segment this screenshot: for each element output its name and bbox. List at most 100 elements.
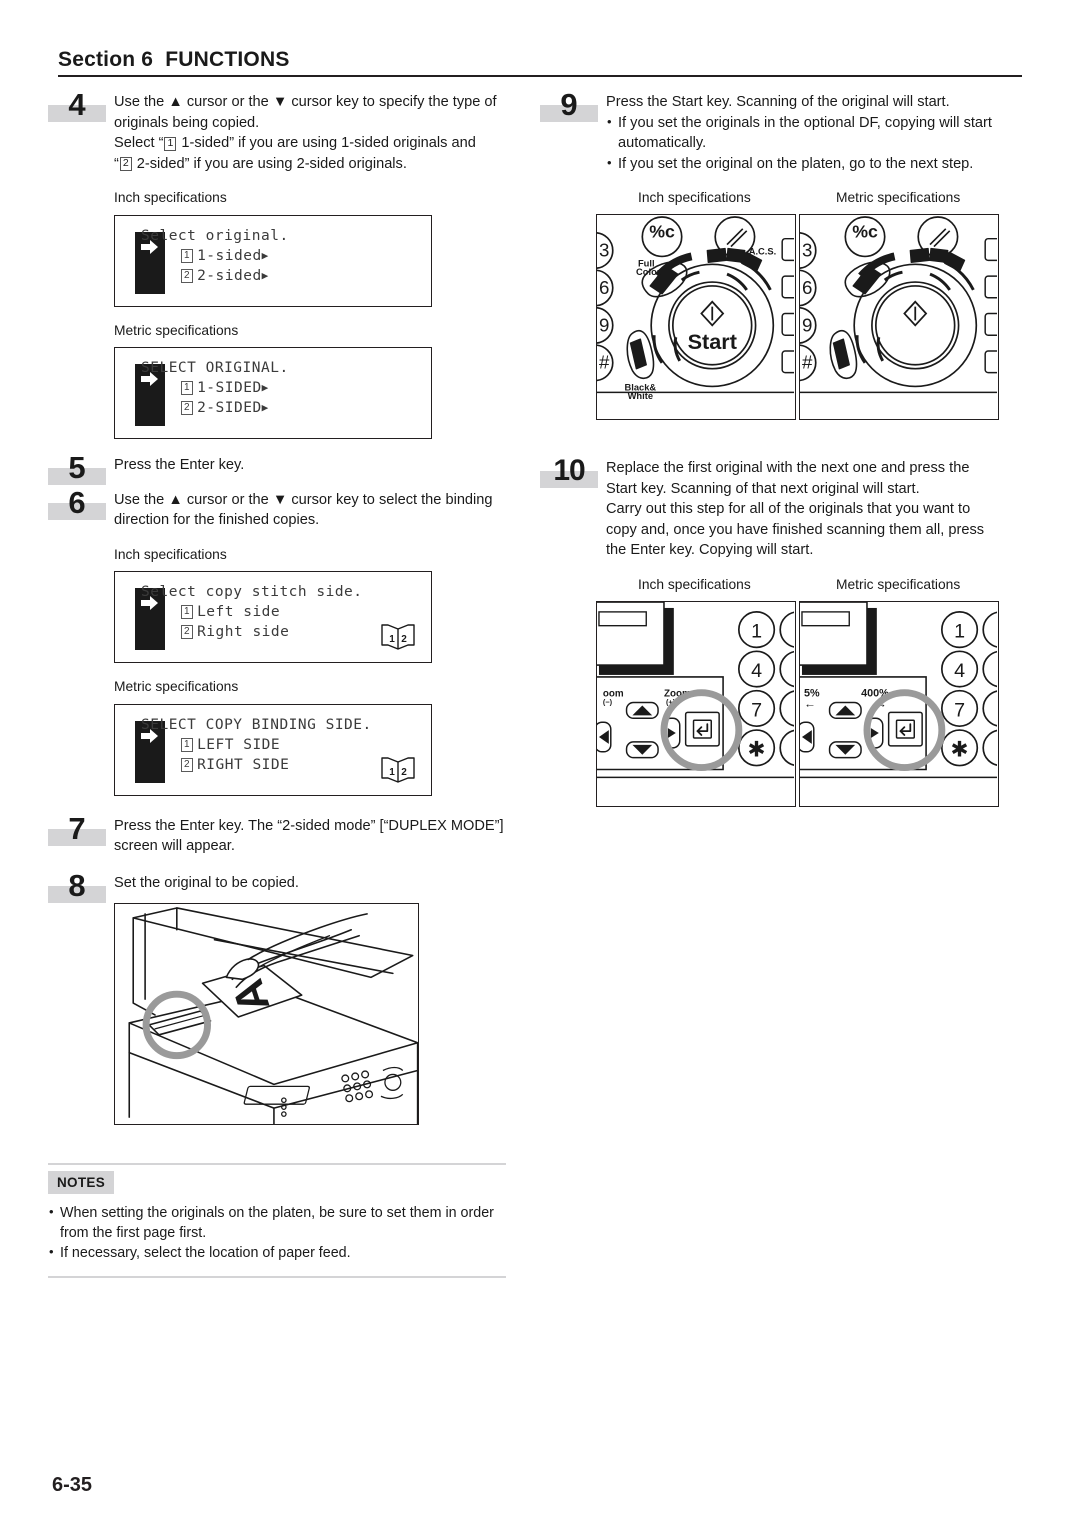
lcd-select-original-inch: Select original. 1 1-sided▶ 2 2-sided▶ xyxy=(114,214,432,307)
notes-item-1: When setting the originals on the platen… xyxy=(48,1202,506,1243)
notes-divider-bottom xyxy=(48,1276,506,1278)
step-4-line-2: originals being copied. xyxy=(114,114,260,131)
header-divider xyxy=(58,75,1022,77)
step-10-line-1: Replace the first original with the next… xyxy=(606,460,970,476)
step-4-number: 4 xyxy=(68,87,86,122)
down-cursor-icon: ▼ xyxy=(272,491,288,508)
keypad-1: 1 xyxy=(751,620,762,642)
open-book-icon: 1 2 xyxy=(381,624,415,650)
step-4-l3a: Select “ xyxy=(114,135,164,151)
inch-spec-label-original: Inch specifications xyxy=(114,190,227,205)
enter-panel-inch-drawing: oom (−) Zoom (+) 1 4 7 ✱ xyxy=(597,601,794,778)
lcd-text-block: Select original. 1 1-sided▶ 2 2-sided▶ xyxy=(141,226,288,326)
left-column: 4 Use the ▲ cursor or the ▼ cursor key t… xyxy=(48,88,548,1125)
lcd-option-1-number: 1 xyxy=(181,248,194,263)
step-5-text: Press the Enter key. xyxy=(114,455,548,476)
lcd-option-1-label: 1-SIDED xyxy=(197,380,262,396)
lcd-option-1-number: 1 xyxy=(181,737,194,752)
step-4-l4b: 2-sided” if you are using 2-sided origin… xyxy=(132,155,407,172)
notes-badge: NOTES xyxy=(48,1171,115,1194)
lcd-option-1: 1 LEFT SIDE xyxy=(181,735,280,755)
step-6-l1b: cursor or the xyxy=(182,491,273,508)
keypad-6: 6 xyxy=(802,277,812,298)
step-4-line-3: Select “1 1-sided” if you are using 1-si… xyxy=(114,133,548,154)
step-5: 5 Press the Enter key. xyxy=(48,451,548,485)
step-9-bullet-1: If you set the originals in the optional… xyxy=(606,112,1032,154)
lcd-select-original-metric: SELECT ORIGINAL. 1 1-SIDED▶ 2 2-SIDED▶ xyxy=(114,347,432,439)
keypad-6: 6 xyxy=(599,277,609,298)
notes-list: When setting the originals on the platen… xyxy=(48,1202,506,1263)
step-10-line-2: Start key. Scanning of that next origina… xyxy=(606,480,920,497)
key-1-badge: 1 xyxy=(164,136,177,151)
step-9-text: Press the Start key. Scanning of the ori… xyxy=(596,92,1032,420)
step-10-number: 10 xyxy=(553,454,585,487)
step-4-number-group: 4 xyxy=(48,88,106,126)
step-10-line-5: the Enter key. Copying will start. xyxy=(606,542,814,558)
notes-divider-top xyxy=(48,1163,506,1165)
lcd-option-1: 1 1-SIDED▶ xyxy=(181,378,269,398)
start-key-label: Start xyxy=(688,329,737,354)
step-8-line-1: Set the original to be copied. xyxy=(114,874,299,891)
step-9-spec-captions: Inch specifications Metric specification… xyxy=(596,188,1032,210)
step-4-l4a: “ xyxy=(114,155,119,172)
inch-spec-label-binding: Inch specifications xyxy=(114,546,227,562)
lcd-title: Select copy stitch side. xyxy=(141,584,363,600)
lcd-option-2: 2 RIGHT SIDE xyxy=(181,755,289,775)
step-10: 10 Replace the first original with the n… xyxy=(540,454,1032,807)
lcd-option-1-number: 1 xyxy=(181,381,194,395)
lcd-option-2-label: Right side xyxy=(197,624,290,640)
lcd-text-block: SELECT COPY BINDING SIDE. 1 LEFT SIDE 2 RI… xyxy=(141,715,371,815)
lcd-option-2: 2 Right side xyxy=(181,622,289,642)
step-6-number-group: 6 xyxy=(48,485,106,524)
lcd-title: Select original. xyxy=(141,227,289,244)
key-2-badge: 2 xyxy=(119,157,132,171)
stop-clear-label: %c xyxy=(852,222,878,242)
step-4: 4 Use the ▲ cursor or the ▼ cursor key t… xyxy=(48,88,548,439)
lcd-option-1-number: 1 xyxy=(181,605,194,619)
step-9: 9 Press the Start key. Scanning of the o… xyxy=(540,88,1032,420)
lcd-option-1: 1 1-sided▶ xyxy=(181,246,269,266)
step-10-spec-captions: Inch specifications Metric specification… xyxy=(596,575,1032,597)
step-6-l1c: cursor key to select the binding xyxy=(287,491,493,508)
lcd-option-1-label: LEFT SIDE xyxy=(197,736,281,753)
highlight-circle xyxy=(863,688,946,771)
left-arrow-icon: ← xyxy=(804,696,816,710)
step-9-line-1: Press the Start key. Scanning of the ori… xyxy=(606,94,950,110)
keypad-hash: # xyxy=(802,352,813,373)
step-9-bullet-2: If you set the original on the platen, g… xyxy=(606,153,1032,175)
step-7-line-1: Press the Enter key. The “2-sided mode” … xyxy=(114,817,504,834)
lcd-option-2-number: 2 xyxy=(181,757,194,772)
manual-page: Section 6 FUNCTIONS 4 Use the ▲ cursor o… xyxy=(0,0,1080,1528)
step-6-l1a: Use the xyxy=(114,491,169,508)
inch-spec-label-start: Inch specifications xyxy=(638,190,751,205)
lcd-option-2-number: 2 xyxy=(181,268,194,283)
step-4-line-1: Use the ▲ cursor or the ▼ cursor key to … xyxy=(114,92,548,113)
step-8-text: Set the original to be copied. xyxy=(114,873,548,894)
svg-text:1: 1 xyxy=(389,767,395,778)
keypad-7: 7 xyxy=(751,699,762,721)
enter-panel-inch: oom (−) Zoom (+) 1 4 7 ✱ xyxy=(596,600,796,807)
step-4-text: Use the ▲ cursor or the ▼ cursor key to … xyxy=(114,92,548,439)
lcd-title: SELECT COPY BINDING SIDE. xyxy=(141,716,372,733)
keypad-3: 3 xyxy=(802,239,812,260)
step-10-text: Replace the first original with the next… xyxy=(596,458,1032,807)
step-8: 8 Set the original to be copied. xyxy=(48,868,548,903)
chevron-right-icon: ▶ xyxy=(261,401,269,414)
step-7-line-2: screen will appear. xyxy=(114,838,235,854)
step-9-number-group: 9 xyxy=(540,88,598,126)
notes-block: NOTES When setting the originals on the … xyxy=(48,1163,506,1278)
lcd-option-2-label: 2-SIDED xyxy=(197,400,262,416)
step-7: 7 Press the Enter key. The “2-sided mode… xyxy=(48,811,548,857)
keypad-1: 1 xyxy=(954,620,965,642)
step-5-line-1: Press the Enter key. xyxy=(114,457,245,473)
step-4-l3b: 1-sided” if you are using 1-sided origin… xyxy=(177,135,476,151)
lcd-option-2-number: 2 xyxy=(181,401,194,415)
svg-text:2: 2 xyxy=(401,767,407,778)
start-panel-metric: %c 3 6 9 # xyxy=(799,214,999,420)
lcd-select-binding-inch: Select copy stitch side. 1 Left side 2 Rig… xyxy=(114,571,432,663)
page-number: 6-35 xyxy=(52,1474,93,1496)
step-6-line-1: Use the ▲ cursor or the ▼ cursor key to … xyxy=(114,490,548,511)
keypad-7: 7 xyxy=(954,699,965,721)
keypad-4: 4 xyxy=(954,659,965,681)
step-7-number-group: 7 xyxy=(48,811,106,850)
